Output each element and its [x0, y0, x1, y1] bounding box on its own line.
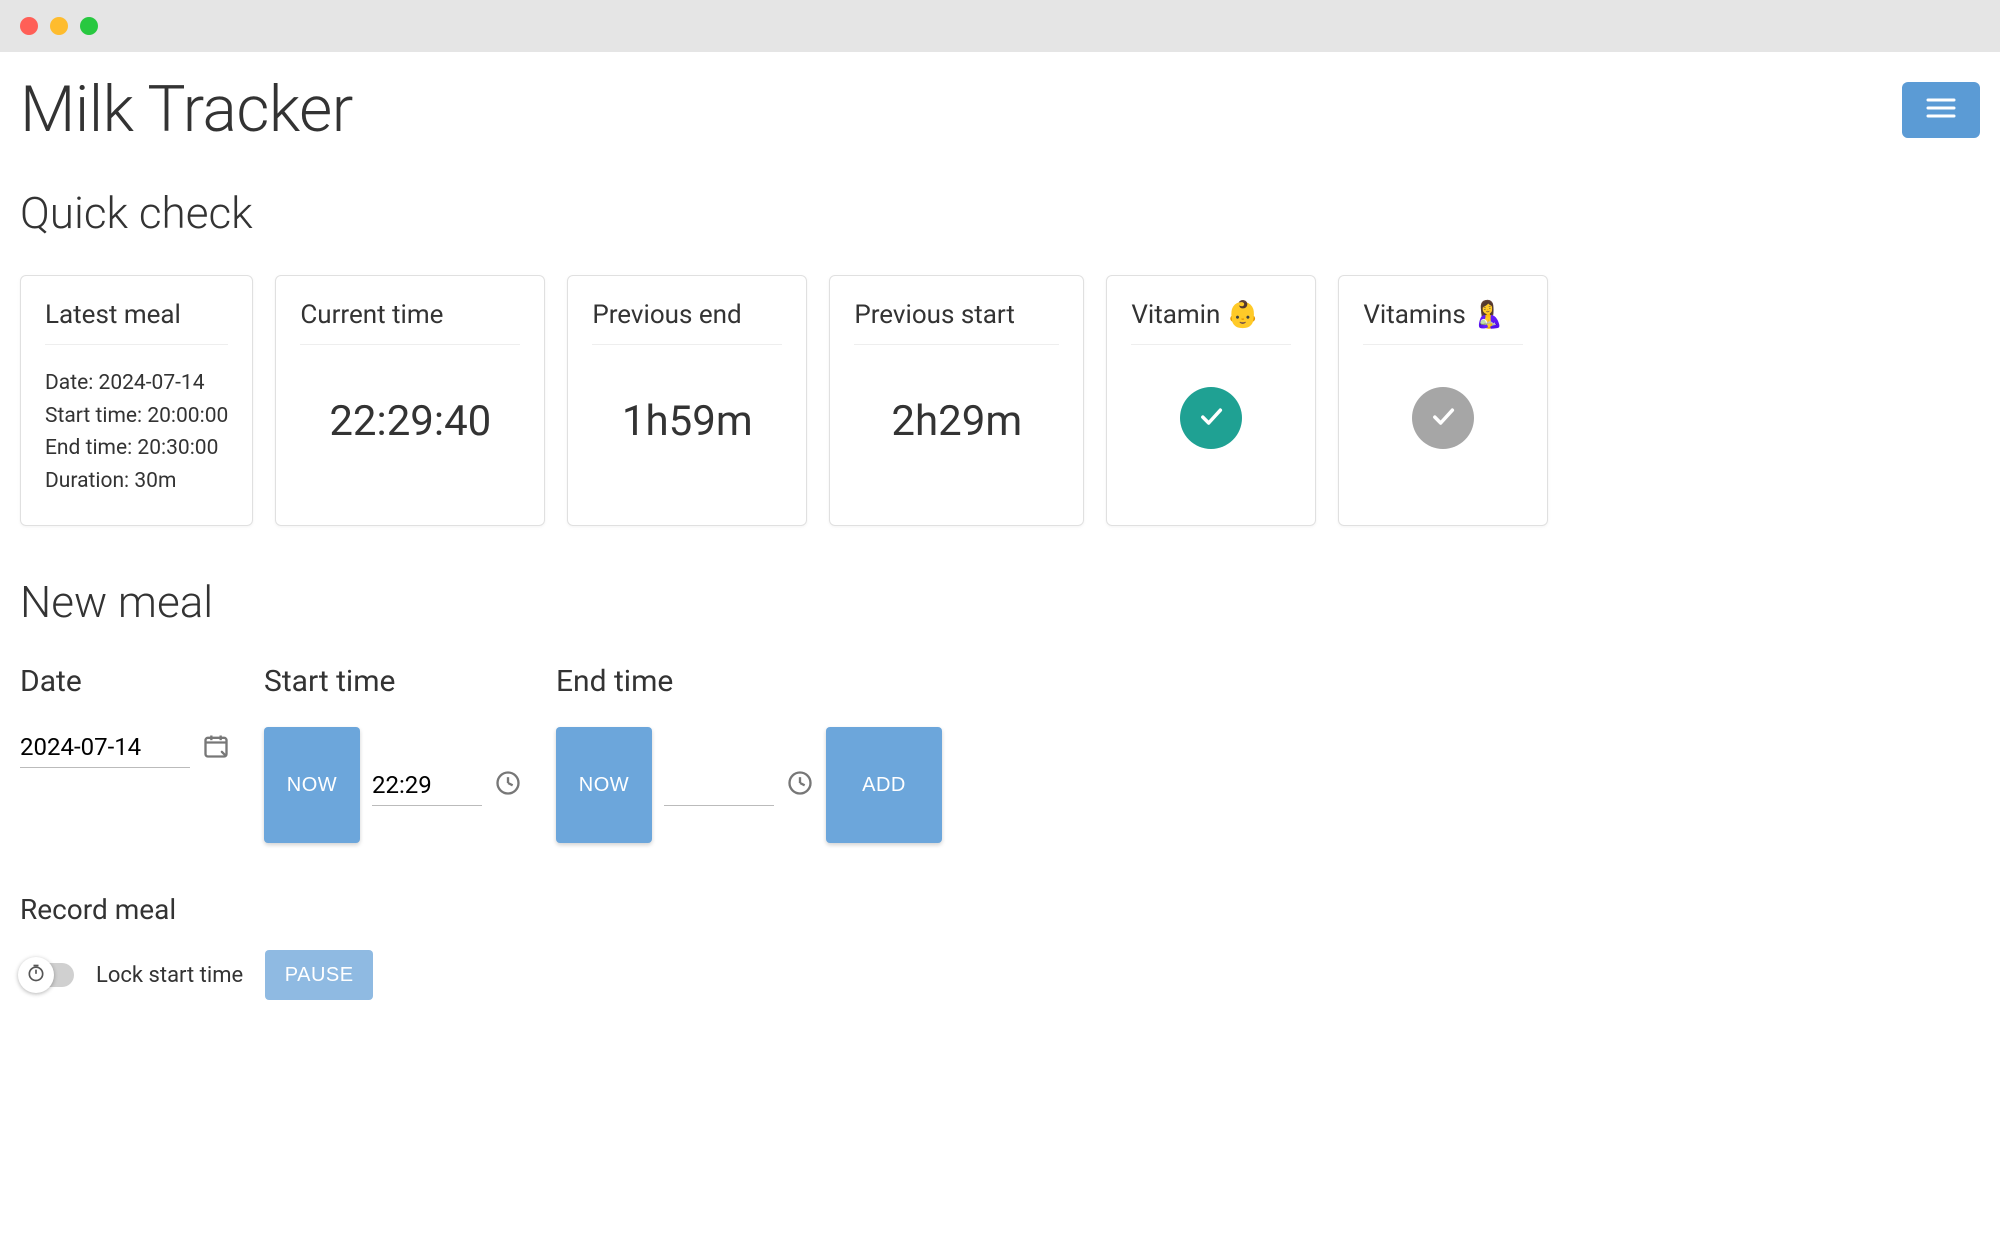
start-time-input[interactable] — [372, 765, 482, 806]
vitamins-mom-check-button[interactable] — [1412, 387, 1474, 449]
new-meal-form: Date Start time NOW End time NOW — [20, 664, 1980, 843]
card-previous-start: Previous start 2h29m — [829, 275, 1084, 526]
latest-meal-date: Date: 2024-07-14 — [45, 367, 228, 400]
card-title: Previous start — [854, 300, 1059, 345]
end-time-input[interactable] — [664, 765, 774, 806]
check-icon — [1429, 402, 1457, 434]
check-icon — [1197, 402, 1225, 434]
current-time-value: 22:29:40 — [300, 397, 520, 446]
card-title: Previous end — [592, 300, 782, 345]
add-meal-button[interactable]: ADD — [826, 727, 942, 843]
vitamin-baby-check-button[interactable] — [1180, 387, 1242, 449]
window-close-button[interactable] — [20, 17, 38, 35]
card-latest-meal: Latest meal Date: 2024-07-14 Start time:… — [20, 275, 253, 526]
previous-end-value: 1h59m — [592, 397, 782, 446]
card-title: Current time — [300, 300, 520, 345]
previous-start-value: 2h29m — [854, 397, 1059, 446]
clock-icon[interactable] — [786, 769, 814, 801]
lock-start-time-label: Lock start time — [96, 963, 243, 988]
date-label: Date — [20, 664, 230, 699]
quick-check-cards: Latest meal Date: 2024-07-14 Start time:… — [20, 275, 1980, 526]
card-title: Vitamins 🤱 — [1363, 300, 1523, 345]
card-previous-end: Previous end 1h59m — [567, 275, 807, 526]
latest-meal-duration: Duration: 30m — [45, 465, 228, 498]
card-title: Vitamin 👶 — [1131, 300, 1291, 345]
new-meal-heading: New meal — [20, 576, 1980, 628]
hamburger-icon — [1925, 96, 1957, 123]
window-titlebar — [0, 0, 2000, 52]
latest-meal-start: Start time: 20:00:00 — [45, 400, 228, 433]
record-meal-heading: Record meal — [20, 893, 1980, 926]
end-now-button[interactable]: NOW — [556, 727, 652, 843]
pause-button[interactable]: PAUSE — [265, 950, 373, 1000]
lock-start-time-toggle[interactable] — [20, 963, 74, 987]
card-current-time: Current time 22:29:40 — [275, 275, 545, 526]
menu-button[interactable] — [1902, 82, 1980, 138]
start-now-button[interactable]: NOW — [264, 727, 360, 843]
window-zoom-button[interactable] — [80, 17, 98, 35]
window-minimize-button[interactable] — [50, 17, 68, 35]
end-time-label: End time — [556, 664, 942, 699]
date-input[interactable] — [20, 727, 190, 768]
quick-check-heading: Quick check — [20, 187, 1980, 239]
card-title: Latest meal — [45, 300, 228, 345]
calendar-icon[interactable] — [202, 732, 230, 764]
start-time-label: Start time — [264, 664, 522, 699]
clock-icon[interactable] — [494, 769, 522, 801]
app-title: Milk Tracker — [20, 72, 353, 147]
latest-meal-end: End time: 20:30:00 — [45, 432, 228, 465]
toggle-knob — [18, 957, 54, 993]
card-vitamins-mom: Vitamins 🤱 — [1338, 275, 1548, 526]
timer-icon — [26, 963, 46, 987]
card-vitamin-baby: Vitamin 👶 — [1106, 275, 1316, 526]
